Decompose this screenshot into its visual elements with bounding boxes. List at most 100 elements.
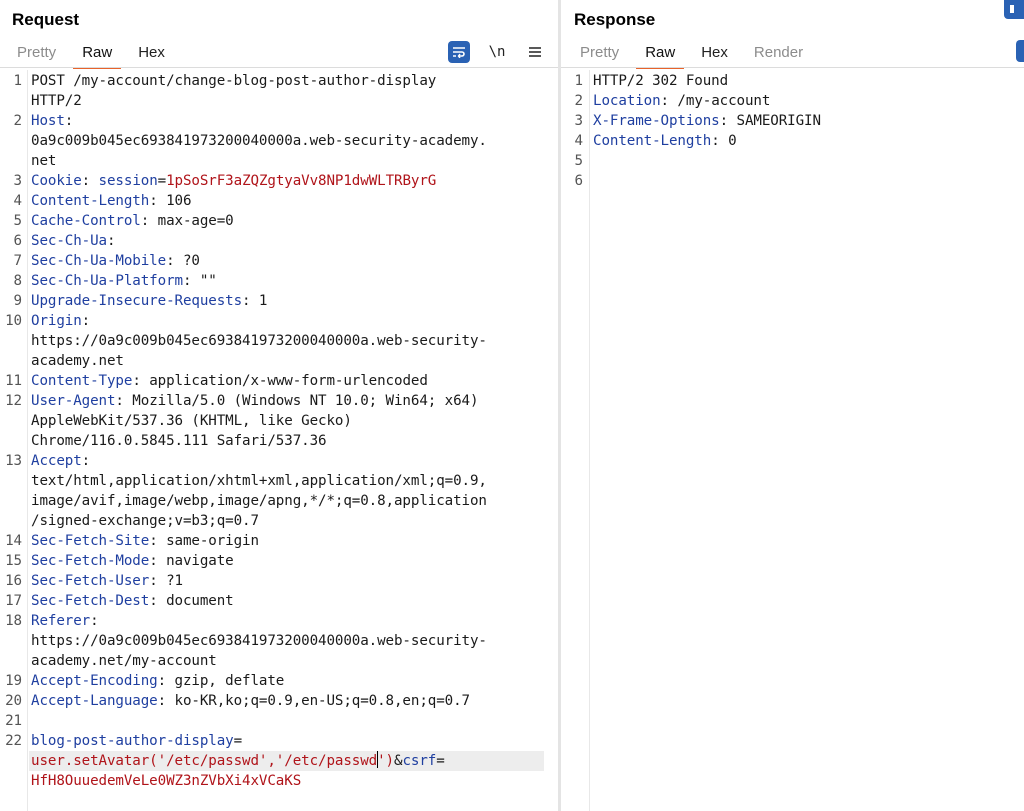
line-number: 2 <box>574 93 584 109</box>
line-number: 3 <box>574 113 584 129</box>
line-text: Content-Type: application/x-www-form-url… <box>31 371 428 391</box>
line-text: AppleWebKit/537.36 (KHTML, like Gecko) <box>31 411 352 431</box>
line-text: Content-Length: 0 <box>593 131 737 151</box>
text-segment: : gzip, deflate <box>157 673 285 689</box>
text-segment: AppleWebKit/537.36 (KHTML, like Gecko) <box>31 413 352 429</box>
text-segment: : <box>64 113 74 129</box>
line-text: Upgrade-Insecure-Requests: 1 <box>31 291 267 311</box>
hamburger-menu-icon[interactable] <box>524 41 546 63</box>
text-segment: : <box>106 233 116 249</box>
line-text: Accept: <box>31 451 90 471</box>
wrap-lines-icon[interactable] <box>448 41 470 63</box>
header-name: Upgrade-Insecure-Requests <box>31 293 243 309</box>
line-text: Sec-Fetch-User: ?1 <box>31 571 183 591</box>
header-name: Location <box>593 93 661 109</box>
line-number: 4 <box>574 133 584 149</box>
response-tab-raw[interactable]: Raw <box>632 40 688 69</box>
request-gutter-divider <box>27 70 28 811</box>
line-text: net <box>31 151 56 171</box>
header-name: Sec-Fetch-Dest <box>31 593 150 609</box>
response-tabs: Pretty Raw Hex Render <box>567 40 816 69</box>
line-text: HTTP/2 302 Found <box>593 71 728 91</box>
line-text: blog-post-author-display= <box>31 731 242 751</box>
layout-toggle-icon[interactable] <box>1004 0 1024 19</box>
param-value: HfH8OuuedemVeLe0WZ3nZVbXi4xVCaKS <box>31 773 302 789</box>
line-number: 19 <box>5 673 22 689</box>
header-name: Cache-Control <box>31 213 141 229</box>
line-text: image/avif,image/webp,image/apng,*/*;q=0… <box>31 491 487 511</box>
line-number: 10 <box>5 313 22 329</box>
header-name: Sec-Fetch-Site <box>31 533 150 549</box>
line-number: 17 <box>5 593 22 609</box>
text-segment: POST /my-account/change-blog-post-author… <box>31 73 437 89</box>
text-segment: HTTP/2 <box>31 93 82 109</box>
response-tab-pretty[interactable]: Pretty <box>567 40 632 68</box>
line-number: 1 <box>574 73 584 89</box>
line-text: Sec-Fetch-Site: same-origin <box>31 531 259 551</box>
line-text: POST /my-account/change-blog-post-author… <box>31 71 436 91</box>
line-text: text/html,application/xhtml+xml,applicat… <box>31 471 487 491</box>
line-text: Sec-Fetch-Dest: document <box>31 591 234 611</box>
line-text: academy.net <box>31 351 124 371</box>
line-number: 1 <box>13 73 23 89</box>
inspector-side-tab[interactable] <box>1016 40 1024 62</box>
response-tab-hex[interactable]: Hex <box>688 40 741 68</box>
request-tabs: Pretty Raw Hex <box>4 40 178 69</box>
show-newlines-button[interactable]: \n <box>486 41 508 63</box>
line-text: Sec-Ch-Ua: <box>31 231 116 251</box>
line-text: Sec-Fetch-Mode: navigate <box>31 551 234 571</box>
response-editor[interactable]: 1 HTTP/2 302 Found 2 Location: /my-account 3… <box>561 70 1024 811</box>
header-name: Sec-Ch-Ua-Mobile <box>31 253 167 269</box>
text-segment: : "" <box>182 273 217 289</box>
line-text: Sec-Ch-Ua-Mobile: ?0 <box>31 251 200 271</box>
line-number: 3 <box>13 173 23 189</box>
param-name: csrf <box>402 753 437 769</box>
line-number: 22 <box>5 733 22 749</box>
line-text: HfH8OuuedemVeLe0WZ3nZVbXi4xVCaKS <box>31 771 301 791</box>
line-number: 6 <box>574 173 584 189</box>
text-segment: : 106 <box>149 193 192 209</box>
header-name: Cookie <box>31 173 82 189</box>
line-text: Referer: <box>31 611 99 631</box>
line-number: 18 <box>5 613 22 629</box>
line-text: Chrome/116.0.5845.111 Safari/537.36 <box>31 431 327 451</box>
text-segment: : document <box>149 593 234 609</box>
line-number: 4 <box>13 193 23 209</box>
line-number: 2 <box>13 113 23 129</box>
header-name: X-Frame-Options <box>593 113 720 129</box>
header-name: Referer <box>31 613 91 629</box>
line-number: 14 <box>5 533 22 549</box>
request-tab-pretty[interactable]: Pretty <box>4 40 69 68</box>
line-text: https://0a9c009b045ec693841973200040000a… <box>31 631 487 651</box>
request-toolbar: \n <box>448 40 546 64</box>
line-text: Accept-Language: ko-KR,ko;q=0.9,en-US;q=… <box>31 691 470 711</box>
param-name: session <box>98 173 158 189</box>
header-name: Content-Length <box>593 133 712 149</box>
line-text: Accept-Encoding: gzip, deflate <box>31 671 284 691</box>
line-text: user.setAvatar('/etc/passwd','/etc/passw… <box>31 751 445 771</box>
text-segment: : SAMEORIGIN <box>719 113 821 129</box>
text-segment: : <box>81 453 91 469</box>
response-tab-render[interactable]: Render <box>741 40 816 68</box>
text-segment: : <box>81 173 99 189</box>
header-name: Sec-Ch-Ua-Platform <box>31 273 183 289</box>
line-text: Cache-Control: max-age=0 <box>31 211 234 231</box>
text-segment: : max-age=0 <box>140 213 234 229</box>
param-value: 1pSoSrF3aZQZgtyaVv8NP1dwWLTRByrG <box>166 173 437 189</box>
text-segment: text/html,application/xhtml+xml,applicat… <box>31 473 487 489</box>
text-segment: : application/x-www-form-urlencoded <box>132 373 428 389</box>
request-tab-hex[interactable]: Hex <box>125 40 178 68</box>
text-segment: : Mozilla/5.0 (Windows NT 10.0; Win64; x… <box>115 393 479 409</box>
header-name: Content-Length <box>31 193 150 209</box>
request-tab-raw[interactable]: Raw <box>69 40 125 69</box>
text-segment: : <box>81 313 91 329</box>
line-text: /signed-exchange;v=b3;q=0.7 <box>31 511 259 531</box>
line-text: academy.net/my-account <box>31 651 217 671</box>
line-text: User-Agent: Mozilla/5.0 (Windows NT 10.0… <box>31 391 479 411</box>
line-text: 0a9c009b045ec693841973200040000a.web-sec… <box>31 131 487 151</box>
header-name: Accept <box>31 453 82 469</box>
text-segment: : same-origin <box>149 533 259 549</box>
line-number: 16 <box>5 573 22 589</box>
request-editor[interactable]: 1 POST /my-account/change-blog-post-autho… <box>0 70 558 811</box>
header-name: Content-Type <box>31 373 133 389</box>
